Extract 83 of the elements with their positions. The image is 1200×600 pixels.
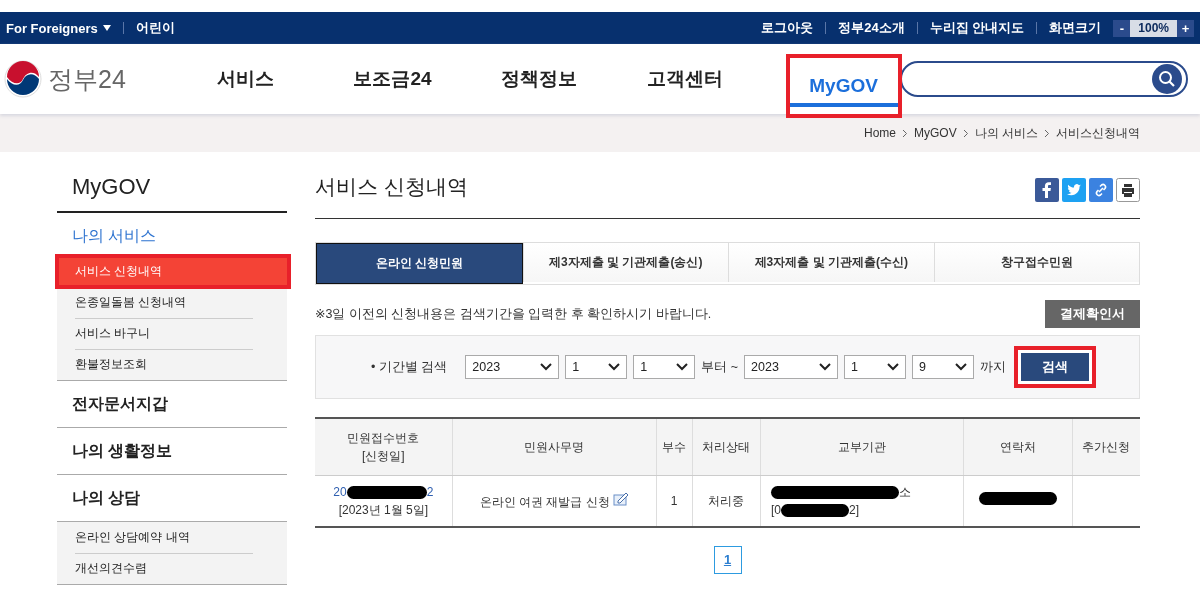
nav-item[interactable]: 보조금24 <box>319 44 466 114</box>
nav-item[interactable]: 서비스 <box>205 44 286 114</box>
sidebar-item[interactable]: 환불정보조회 <box>57 349 287 380</box>
column-header: 부수 <box>656 418 693 476</box>
receipt-number-fragment[interactable]: 2 <box>426 483 434 501</box>
chevron-icon <box>1044 128 1050 138</box>
column-header: 추가신청 <box>1072 418 1140 476</box>
sidebar-item[interactable]: 서비스 신청내역 <box>57 256 289 287</box>
select-field[interactable]: 9 <box>912 355 975 379</box>
link-icon[interactable] <box>1089 178 1113 202</box>
chevron-down-icon[interactable] <box>540 363 553 371</box>
from-label: 부터 ~ <box>701 358 739 376</box>
select-field[interactable]: 2023 <box>465 355 560 379</box>
sidebar-item[interactable]: 온라인 상담예약 내역 <box>57 522 287 553</box>
tab[interactable]: 제3자제출 및 기관제출(송신) <box>522 243 728 282</box>
breadcrumb-link[interactable]: 서비스신청내역 <box>1056 124 1140 142</box>
column-header: 처리상태 <box>692 418 761 476</box>
table-cell-text: 소 <box>899 484 911 501</box>
chevron-icon <box>902 128 908 138</box>
chevron-down-icon[interactable] <box>887 363 900 371</box>
top-link[interactable]: 로그아웃 <box>761 19 814 37</box>
table-cell-text: 2] <box>849 502 860 519</box>
to-label: 까지 <box>980 358 1007 376</box>
receipt-button[interactable]: 결제확인서 <box>1045 300 1140 328</box>
table-cell: 처리중 <box>692 475 761 527</box>
notice-text: ※3일 이전의 신청내용은 검색기간을 입력한 후 확인하시기 바랍니다. <box>315 305 712 323</box>
receipt-number-fragment[interactable]: 20 <box>333 483 347 501</box>
breadcrumb-link[interactable]: 나의 서비스 <box>974 124 1038 142</box>
select-field[interactable]: 1 <box>565 355 628 379</box>
breadcrumb-link[interactable]: MyGOV <box>914 126 957 140</box>
zoom-out-button[interactable]: - <box>1113 19 1131 37</box>
table-cell: 1 <box>656 475 693 527</box>
tab[interactable]: 제3자제출 및 기관제출(수신) <box>728 243 934 282</box>
chevron-down-icon[interactable] <box>608 363 621 371</box>
breadcrumb-link[interactable]: Home <box>863 126 896 140</box>
bird-icon[interactable] <box>1062 178 1086 202</box>
search-button[interactable]: 검색 <box>1014 346 1097 388</box>
sidebar-section[interactable]: 나의 서비스 <box>57 213 287 255</box>
nav-item[interactable]: 정책정보 <box>465 44 612 114</box>
table-cell: 온라인 여권 재발급 신청 <box>479 494 610 509</box>
top-link[interactable]: 정부24소개 <box>838 19 905 37</box>
table-cell-text: [2023년 1월 5일] <box>337 502 430 519</box>
tab[interactable]: 온라인 신청민원 <box>316 243 523 284</box>
page-title: 서비스 신청내역 <box>315 174 468 200</box>
select-field[interactable]: 1 <box>844 355 907 379</box>
table-cell-text: [0 <box>771 502 782 519</box>
period-label: • 기간별 검색 <box>371 358 448 376</box>
redaction-mark <box>781 503 850 517</box>
tab[interactable]: 창구접수민원 <box>933 243 1139 282</box>
sidebar-title: MyGOV <box>57 152 287 213</box>
zoom-in-button[interactable]: + <box>1177 19 1194 37</box>
zoom-label: 화면크기 <box>1049 19 1102 37</box>
column-header: 민원접수번호 [신청일] <box>315 418 453 476</box>
sidebar-section[interactable]: 전자문서지갑 <box>57 381 287 427</box>
caret-icon <box>102 25 111 31</box>
chevron-down-icon[interactable] <box>819 363 832 371</box>
chevron-down-icon[interactable] <box>676 363 689 371</box>
sidebar-item[interactable]: 개선의견수렴 <box>57 553 287 584</box>
logo-icon[interactable] <box>4 60 42 98</box>
chevron-down-icon[interactable] <box>955 363 968 371</box>
search-field[interactable] <box>899 61 1188 97</box>
edit-icon[interactable] <box>612 491 629 506</box>
logo-text[interactable]: 정부24 <box>48 62 126 96</box>
chevron-icon <box>962 128 969 138</box>
column-header: 민원사무명 <box>452 418 657 476</box>
select-field[interactable]: 1 <box>633 355 696 379</box>
page-link[interactable]: 1 <box>713 546 742 574</box>
zoom-value: 100% <box>1137 21 1170 35</box>
foreigners-link[interactable]: For Foreigners <box>6 20 111 36</box>
top-link[interactable]: 누리집 안내지도 <box>929 19 1025 37</box>
sidebar-section[interactable]: 나의 상담 <box>57 475 287 521</box>
select-field[interactable]: 2023 <box>744 355 839 379</box>
print-icon[interactable] <box>1116 178 1140 202</box>
nav-item[interactable]: 고객센터 <box>611 44 758 114</box>
sidebar-item[interactable]: 온종일돌봄 신청내역 <box>57 287 287 318</box>
column-header: 연락처 <box>963 418 1073 476</box>
sidebar-section[interactable]: 나의 생활정보 <box>57 428 287 474</box>
sidebar-item[interactable]: 서비스 바구니 <box>57 318 287 349</box>
nav-item[interactable]: MyGOV <box>787 56 900 116</box>
search-icon[interactable] <box>1152 64 1182 94</box>
column-header: 교부기관 <box>760 418 964 476</box>
facebook-icon[interactable] <box>1035 178 1059 202</box>
kids-link[interactable]: 어린이 <box>135 19 175 37</box>
